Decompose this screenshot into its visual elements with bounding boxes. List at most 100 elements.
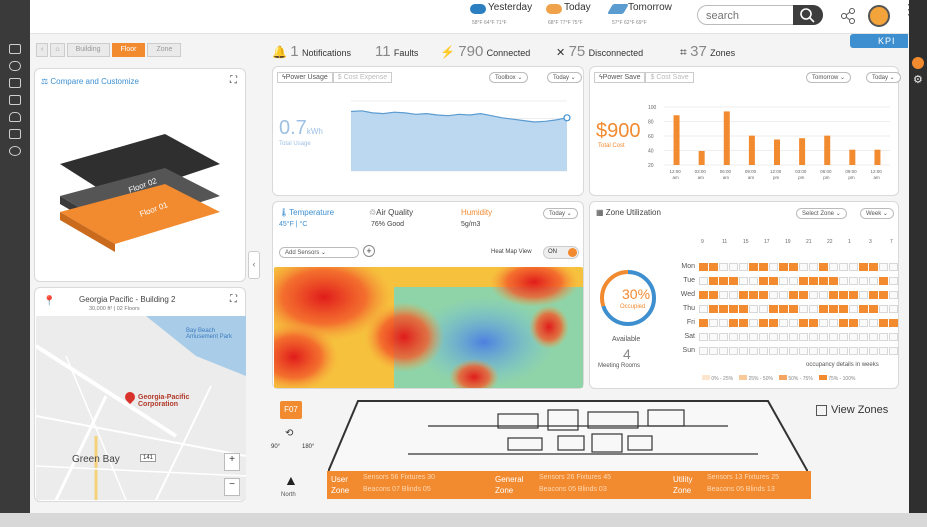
period-dropdown[interactable]: Toolbox ⌄ [489, 72, 529, 83]
occupancy-cell[interactable] [869, 291, 878, 299]
disconnected-summary[interactable]: ✕ 75 Disconnected [556, 43, 643, 61]
air-quality-title[interactable]: ♲Air Quality [369, 208, 413, 217]
week-dropdown[interactable]: Week ⌄ [860, 208, 894, 219]
occupancy-cell[interactable] [879, 277, 888, 285]
occupancy-cell[interactable] [879, 291, 888, 299]
occupancy-cell[interactable] [809, 319, 818, 327]
heatmap[interactable] [274, 267, 583, 388]
occupancy-cell[interactable] [789, 319, 798, 327]
expand-icon[interactable]: ⛶ [230, 294, 237, 305]
occupancy-cell[interactable] [699, 319, 708, 327]
dashboard-icon[interactable] [9, 44, 21, 54]
occupancy-cell[interactable] [779, 305, 788, 313]
occupancy-cell[interactable] [719, 291, 728, 299]
occupancy-cell[interactable] [829, 319, 838, 327]
more-menu-icon[interactable]: ⋮ [902, 2, 916, 16]
occupancy-cell[interactable] [769, 319, 778, 327]
occupancy-cell[interactable] [869, 263, 878, 271]
occupancy-cell[interactable] [819, 319, 828, 327]
occupancy-cell[interactable] [769, 277, 778, 285]
occupancy-cell[interactable] [889, 333, 898, 341]
breadcrumb-building[interactable]: Building [66, 43, 110, 57]
occupancy-cell[interactable] [749, 305, 758, 313]
occupancy-cell[interactable] [799, 277, 808, 285]
occupancy-cell[interactable] [829, 347, 838, 355]
occupancy-cell[interactable] [879, 347, 888, 355]
occupancy-cell[interactable] [789, 305, 798, 313]
occupancy-cell[interactable] [739, 347, 748, 355]
occupancy-cell[interactable] [809, 263, 818, 271]
back-button[interactable]: ‹ [36, 43, 49, 57]
zoom-out-button[interactable]: − [224, 478, 240, 496]
occupancy-cell[interactable] [709, 291, 718, 299]
occupancy-cell[interactable] [809, 305, 818, 313]
occupancy-cell[interactable] [749, 333, 758, 341]
map-view[interactable]: Bay Beach Amusement Park Georgia-Pacific… [36, 316, 246, 500]
occupancy-cell[interactable] [889, 319, 898, 327]
view-zones-control[interactable]: View Zones [816, 404, 888, 416]
occupancy-cell[interactable] [769, 291, 778, 299]
occupancy-cell[interactable] [879, 263, 888, 271]
occupancy-cell[interactable] [759, 277, 768, 285]
occupancy-cell[interactable] [709, 347, 718, 355]
occupancy-cell[interactable] [889, 291, 898, 299]
floor-icon[interactable] [9, 78, 21, 88]
occupancy-cell[interactable] [859, 347, 868, 355]
occupancy-cell[interactable] [699, 333, 708, 341]
notifications-summary[interactable]: 🔔 1 Notifications [272, 43, 351, 61]
occupancy-cell[interactable] [699, 263, 708, 271]
occupancy-cell[interactable] [779, 291, 788, 299]
occupancy-cell[interactable] [829, 291, 838, 299]
environment-day-dropdown[interactable]: Today ⌄ [543, 208, 578, 219]
occupancy-cell[interactable] [739, 263, 748, 271]
day-dropdown[interactable]: Today ⌄ [547, 72, 582, 83]
occupancy-cell[interactable] [729, 347, 738, 355]
rotate-icon[interactable]: ⟲ [285, 428, 293, 439]
occupancy-cell[interactable] [789, 263, 798, 271]
occupancy-cell[interactable] [859, 277, 868, 285]
home-icon[interactable]: ⌂ [50, 43, 65, 57]
kpi-toggle-icon[interactable] [912, 57, 924, 69]
occupancy-cell[interactable] [789, 277, 798, 285]
occupancy-cell[interactable] [759, 319, 768, 327]
occupancy-cell[interactable] [839, 333, 848, 341]
occupancy-cell[interactable] [759, 333, 768, 341]
zones-summary[interactable]: ⌗ 37 Zones [680, 43, 735, 61]
occupancy-cell[interactable] [779, 333, 788, 341]
power-save-chart[interactable]: 1008060402012:00am03:00am06:00am09:00am1… [646, 99, 896, 191]
occupancy-cell[interactable] [699, 277, 708, 285]
tab-cost-save[interactable]: $ Cost Save [645, 72, 694, 83]
occupancy-cell[interactable] [739, 277, 748, 285]
occupancy-cell[interactable] [849, 305, 858, 313]
tab-power-usage[interactable]: ϟPower Usage [277, 72, 333, 83]
occupancy-cell[interactable] [789, 291, 798, 299]
occupancy-cell[interactable] [819, 347, 828, 355]
occupancy-cell[interactable] [859, 333, 868, 341]
occupancy-cell[interactable] [809, 291, 818, 299]
occupancy-cell[interactable] [739, 333, 748, 341]
occupancy-cell[interactable] [839, 263, 848, 271]
occupancy-cell[interactable] [839, 277, 848, 285]
search-button[interactable] [793, 5, 823, 25]
occupancy-cell[interactable] [889, 263, 898, 271]
occupancy-cell[interactable] [849, 291, 858, 299]
occupancy-cell[interactable] [879, 319, 888, 327]
occupancy-cell[interactable] [819, 333, 828, 341]
occupancy-cell[interactable] [719, 305, 728, 313]
occupancy-cell[interactable] [759, 347, 768, 355]
occupancy-cell[interactable] [779, 319, 788, 327]
occupancy-cell[interactable] [889, 305, 898, 313]
occupancy-cell[interactable] [799, 347, 808, 355]
occupancy-cell[interactable] [819, 305, 828, 313]
select-zone-dropdown[interactable]: Select Zone ⌄ [796, 208, 847, 219]
occupancy-cell[interactable] [709, 263, 718, 271]
occupancy-cell[interactable] [869, 333, 878, 341]
occupancy-cell[interactable] [709, 305, 718, 313]
occupancy-cell[interactable] [709, 319, 718, 327]
occupancy-cell[interactable] [879, 305, 888, 313]
occupancy-cell[interactable] [719, 333, 728, 341]
faults-summary[interactable]: 11 Faults [375, 43, 418, 61]
occupancy-cell[interactable] [699, 347, 708, 355]
occupancy-cell[interactable] [769, 333, 778, 341]
occupancy-cell[interactable] [769, 263, 778, 271]
